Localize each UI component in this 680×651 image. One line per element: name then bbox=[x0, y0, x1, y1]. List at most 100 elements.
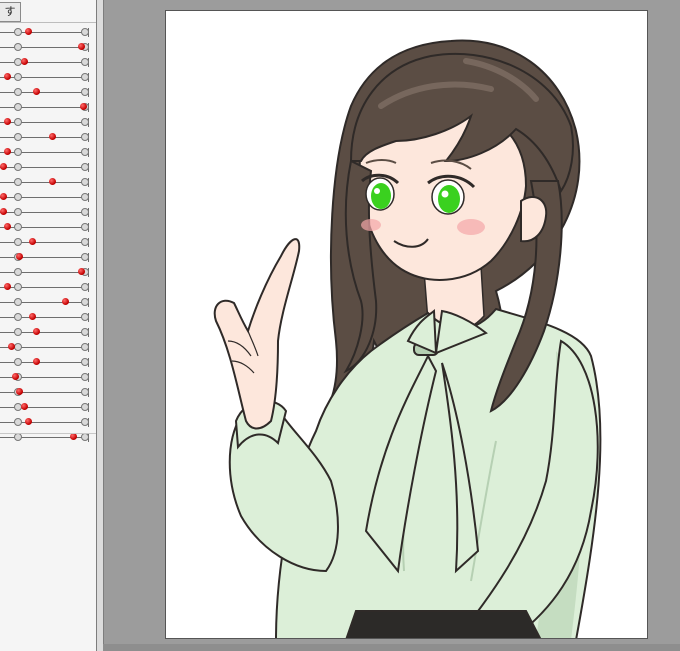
slider-default-knob[interactable] bbox=[14, 223, 22, 231]
slider-value-dot[interactable] bbox=[4, 223, 11, 230]
slider-end-knob[interactable] bbox=[81, 223, 89, 231]
panel-scrollbar[interactable] bbox=[96, 0, 104, 651]
slider-end-knob[interactable] bbox=[81, 283, 89, 291]
slider-value-dot[interactable] bbox=[49, 178, 56, 185]
slider-end-knob[interactable] bbox=[81, 133, 89, 141]
slider-default-knob[interactable] bbox=[14, 43, 22, 51]
parameter-slider[interactable] bbox=[0, 281, 93, 293]
parameter-slider[interactable] bbox=[0, 206, 93, 218]
slider-value-dot[interactable] bbox=[33, 358, 40, 365]
slider-value-dot[interactable] bbox=[8, 343, 15, 350]
parameter-slider[interactable] bbox=[0, 266, 93, 278]
slider-end-knob[interactable] bbox=[81, 88, 89, 96]
slider-value-dot[interactable] bbox=[62, 298, 69, 305]
parameter-slider[interactable] bbox=[0, 401, 93, 413]
parameter-slider[interactable] bbox=[0, 56, 93, 68]
slider-default-knob[interactable] bbox=[14, 28, 22, 36]
slider-value-dot[interactable] bbox=[25, 28, 32, 35]
slider-default-knob[interactable] bbox=[14, 418, 22, 426]
slider-default-knob[interactable] bbox=[14, 133, 22, 141]
slider-value-dot[interactable] bbox=[33, 328, 40, 335]
slider-value-dot[interactable] bbox=[21, 58, 28, 65]
slider-end-knob[interactable] bbox=[81, 373, 89, 381]
parameter-slider[interactable] bbox=[0, 161, 93, 173]
parameter-slider[interactable] bbox=[0, 146, 93, 158]
slider-end-knob[interactable] bbox=[81, 433, 89, 441]
slider-end-knob[interactable] bbox=[81, 358, 89, 366]
slider-end-knob[interactable] bbox=[81, 403, 89, 411]
slider-end-knob[interactable] bbox=[81, 178, 89, 186]
slider-value-dot[interactable] bbox=[78, 43, 85, 50]
slider-value-dot[interactable] bbox=[25, 418, 32, 425]
slider-default-knob[interactable] bbox=[14, 88, 22, 96]
slider-value-dot[interactable] bbox=[4, 148, 11, 155]
slider-end-knob[interactable] bbox=[81, 253, 89, 261]
slider-default-knob[interactable] bbox=[14, 118, 22, 126]
slider-default-knob[interactable] bbox=[14, 178, 22, 186]
slider-end-knob[interactable] bbox=[81, 418, 89, 426]
slider-value-dot[interactable] bbox=[0, 193, 7, 200]
slider-value-dot[interactable] bbox=[80, 103, 87, 110]
parameter-slider[interactable] bbox=[0, 386, 93, 398]
parameter-slider[interactable] bbox=[0, 311, 93, 323]
slider-end-knob[interactable] bbox=[81, 118, 89, 126]
parameter-slider[interactable] bbox=[0, 356, 93, 368]
panel-tab[interactable]: す bbox=[0, 2, 21, 22]
parameter-slider[interactable] bbox=[0, 296, 93, 308]
slider-value-dot[interactable] bbox=[16, 253, 23, 260]
parameter-slider[interactable] bbox=[0, 131, 93, 143]
parameter-slider[interactable] bbox=[0, 221, 93, 233]
parameter-slider[interactable] bbox=[0, 101, 93, 113]
slider-end-knob[interactable] bbox=[81, 298, 89, 306]
slider-value-dot[interactable] bbox=[0, 163, 7, 170]
parameter-slider[interactable] bbox=[0, 236, 93, 248]
slider-value-dot[interactable] bbox=[29, 313, 36, 320]
parameter-slider[interactable] bbox=[0, 71, 93, 83]
slider-value-dot[interactable] bbox=[12, 373, 19, 380]
slider-default-knob[interactable] bbox=[14, 268, 22, 276]
slider-value-dot[interactable] bbox=[78, 268, 85, 275]
slider-end-knob[interactable] bbox=[81, 388, 89, 396]
slider-default-knob[interactable] bbox=[14, 73, 22, 81]
slider-end-knob[interactable] bbox=[81, 343, 89, 351]
parameter-slider[interactable] bbox=[0, 341, 93, 353]
slider-end-knob[interactable] bbox=[81, 313, 89, 321]
slider-default-knob[interactable] bbox=[14, 283, 22, 291]
slider-value-dot[interactable] bbox=[0, 208, 7, 215]
parameter-slider[interactable] bbox=[0, 176, 93, 188]
parameter-slider[interactable] bbox=[0, 116, 93, 128]
slider-default-knob[interactable] bbox=[14, 433, 22, 441]
slider-value-dot[interactable] bbox=[4, 283, 11, 290]
slider-end-knob[interactable] bbox=[81, 58, 89, 66]
slider-default-knob[interactable] bbox=[14, 163, 22, 171]
slider-end-knob[interactable] bbox=[81, 163, 89, 171]
slider-value-dot[interactable] bbox=[49, 133, 56, 140]
parameter-slider[interactable] bbox=[0, 416, 93, 428]
parameter-slider[interactable] bbox=[0, 371, 93, 383]
parameter-slider[interactable] bbox=[0, 191, 93, 203]
slider-default-knob[interactable] bbox=[14, 313, 22, 321]
slider-end-knob[interactable] bbox=[81, 148, 89, 156]
slider-value-dot[interactable] bbox=[29, 238, 36, 245]
slider-value-dot[interactable] bbox=[33, 88, 40, 95]
slider-default-knob[interactable] bbox=[14, 208, 22, 216]
slider-default-knob[interactable] bbox=[14, 358, 22, 366]
slider-value-dot[interactable] bbox=[16, 388, 23, 395]
slider-value-dot[interactable] bbox=[4, 73, 11, 80]
parameter-slider[interactable] bbox=[0, 41, 93, 53]
slider-default-knob[interactable] bbox=[14, 328, 22, 336]
slider-default-knob[interactable] bbox=[14, 238, 22, 246]
parameter-slider[interactable] bbox=[0, 26, 93, 38]
drawing-canvas[interactable] bbox=[165, 10, 648, 639]
slider-end-knob[interactable] bbox=[81, 73, 89, 81]
slider-end-knob[interactable] bbox=[81, 238, 89, 246]
parameter-slider[interactable] bbox=[0, 251, 93, 263]
slider-value-dot[interactable] bbox=[4, 118, 11, 125]
slider-end-knob[interactable] bbox=[81, 28, 89, 36]
slider-end-knob[interactable] bbox=[81, 193, 89, 201]
slider-end-knob[interactable] bbox=[81, 328, 89, 336]
slider-default-knob[interactable] bbox=[14, 298, 22, 306]
slider-default-knob[interactable] bbox=[14, 103, 22, 111]
slider-default-knob[interactable] bbox=[14, 148, 22, 156]
slider-default-knob[interactable] bbox=[14, 193, 22, 201]
